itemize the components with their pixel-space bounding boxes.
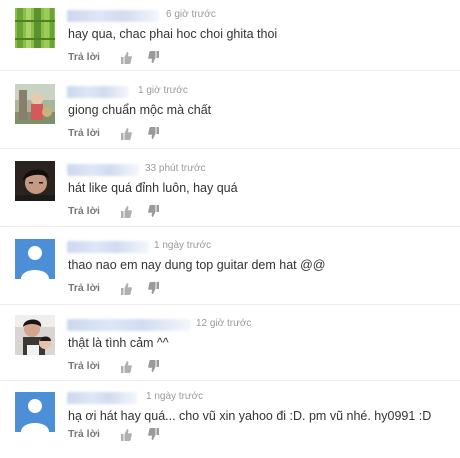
reply-link[interactable]: Trả lời — [68, 127, 100, 139]
user-name-blurred[interactable] — [67, 392, 137, 404]
reply-link[interactable]: Trả lời — [68, 51, 100, 63]
reply-link[interactable]: Trả lời — [68, 360, 100, 372]
user-avatar[interactable] — [15, 8, 55, 48]
comment-divider — [0, 148, 460, 149]
user-name-blurred[interactable] — [67, 10, 159, 22]
comment-text: thao nao em nay dung top guitar dem hat … — [68, 258, 326, 272]
comment-item: 12 giờ trước thật là tình cảm ^^ Trả lời — [0, 315, 460, 385]
comment-timestamp[interactable]: 1 ngày trước — [154, 240, 211, 251]
user-name-blurred[interactable] — [67, 86, 129, 98]
comment-timestamp[interactable]: 12 giờ trước — [196, 318, 251, 329]
comment-text: giong chuẩn mộc mà chất — [68, 103, 212, 117]
comment-text: hát like quá đỉnh luôn, hay quá — [68, 181, 238, 195]
thumbs-up-icon[interactable] — [120, 127, 132, 140]
comment-divider — [0, 226, 460, 227]
comment-timestamp[interactable]: 1 giờ trước — [138, 85, 188, 96]
user-avatar[interactable] — [15, 315, 55, 355]
comment-actions: Trả lời — [68, 126, 176, 140]
comment-timestamp[interactable]: 6 giờ trước — [166, 9, 216, 20]
comment-timestamp[interactable]: 33 phút trước — [145, 163, 206, 174]
reply-link[interactable]: Trả lời — [68, 282, 100, 294]
user-avatar[interactable] — [15, 84, 55, 124]
comment-timestamp[interactable]: 1 ngày trước — [146, 391, 203, 402]
comment-actions: Trả lời — [68, 204, 176, 218]
comment-item: 1 giờ trước giong chuẩn mộc mà chất Trả … — [0, 84, 460, 152]
comment-text: hay qua, chac phai hoc choi ghita thoi — [68, 27, 278, 41]
user-name-blurred[interactable] — [67, 319, 191, 331]
reply-link[interactable]: Trả lời — [68, 205, 100, 217]
comment-actions: Trả lời — [68, 50, 176, 64]
thumbs-down-icon[interactable] — [148, 126, 160, 140]
thumbs-up-icon[interactable] — [120, 282, 132, 295]
thumbs-up-icon[interactable] — [120, 360, 132, 373]
comment-divider — [0, 70, 460, 71]
user-avatar[interactable] — [15, 239, 55, 279]
thumbs-up-icon[interactable] — [120, 205, 132, 218]
user-name-blurred[interactable] — [67, 241, 149, 253]
thumbs-down-icon[interactable] — [148, 281, 160, 295]
reply-link[interactable]: Trả lời — [68, 428, 100, 440]
user-avatar[interactable] — [15, 392, 55, 432]
user-avatar[interactable] — [15, 161, 55, 201]
thumbs-up-icon[interactable] — [120, 51, 132, 64]
comment-divider — [0, 304, 460, 305]
thumbs-down-icon[interactable] — [148, 204, 160, 218]
thumbs-up-icon[interactable] — [120, 428, 132, 441]
comment-divider — [0, 380, 460, 381]
user-name-blurred[interactable] — [67, 164, 139, 176]
comment-text: hạ ơi hát hay quá... cho vũ xin yahoo đi… — [68, 409, 432, 423]
comment-item: 1 ngày trước hạ ơi hát hay quá... cho vũ… — [0, 391, 460, 458]
comment-actions: Trả lời — [68, 359, 176, 373]
comment-actions: Trả lời — [68, 281, 176, 295]
comment-text: thật là tình cảm ^^ — [68, 336, 169, 350]
thumbs-down-icon[interactable] — [148, 50, 160, 64]
comment-item: 1 ngày trước thao nao em nay dung top gu… — [0, 239, 460, 307]
comment-item: 33 phút trước hát like quá đỉnh luôn, ha… — [0, 161, 460, 230]
comment-item: 6 giờ trước hay qua, chac phai hoc choi … — [0, 8, 460, 76]
thumbs-down-icon[interactable] — [148, 427, 160, 441]
thumbs-down-icon[interactable] — [148, 359, 160, 373]
comment-actions: Trả lời — [68, 427, 176, 441]
